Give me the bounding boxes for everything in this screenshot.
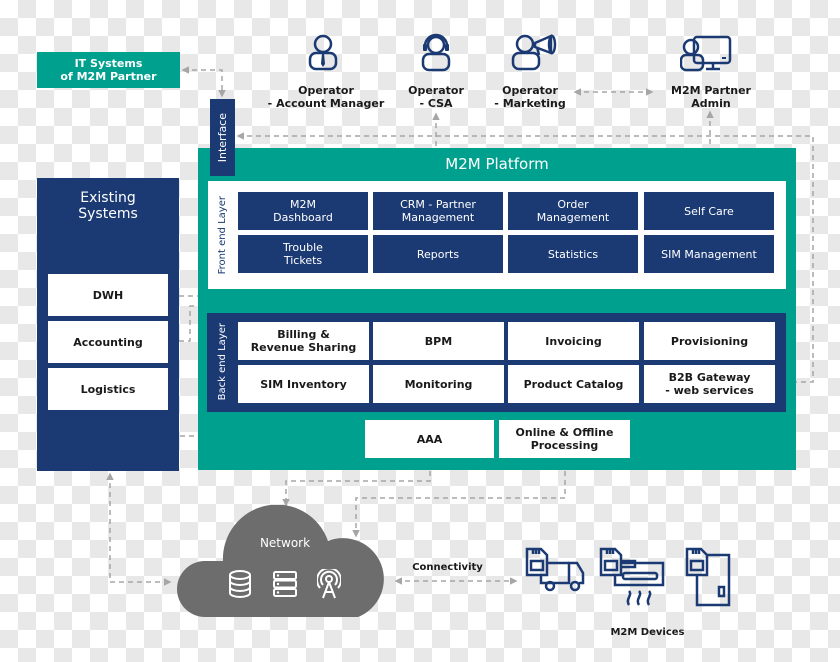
fe-tile-m2m-dashboard[interactable]: M2M Dashboard [238, 192, 368, 230]
antenna-icon [317, 569, 341, 599]
it-systems-label-2: of M2M Partner [60, 70, 157, 83]
actor-marketing-label: Operator - Marketing [494, 84, 566, 110]
connector-it-interface [181, 66, 226, 98]
database-icon [229, 570, 251, 598]
fe-tile-sim-management[interactable]: SIM Management [644, 235, 774, 273]
network-label: Network [259, 536, 311, 550]
connector-existing-network [106, 472, 172, 586]
be-tile-b2b-gateway[interactable]: B2B Gateway - web services [644, 365, 775, 403]
sim-air-conditioner-icon [599, 547, 665, 606]
fe-tile-reports[interactable]: Reports [373, 235, 503, 273]
fe-tile-order-management[interactable]: Order Management [508, 192, 638, 230]
existing-item-accounting[interactable]: Accounting [48, 321, 168, 363]
it-systems-partner-box[interactable]: IT Systems of M2M Partner [37, 52, 180, 88]
interface-bar[interactable]: Interface [210, 99, 235, 176]
server-icon [273, 571, 297, 597]
online-offline-processing-box[interactable]: Online & Offline Processing [499, 420, 630, 458]
fe-tile-self-care[interactable]: Self Care [644, 192, 774, 230]
existing-item-dwh[interactable]: DWH [48, 274, 168, 316]
interface-label: Interface [216, 112, 229, 163]
platform-title: M2M Platform [445, 155, 549, 173]
existing-systems-title: Existing Systems [78, 190, 138, 222]
fe-tile-statistics[interactable]: Statistics [508, 235, 638, 273]
actor-partner-admin-label: M2M Partner Admin [671, 84, 751, 110]
partner-admin-computer-icon [680, 35, 732, 72]
sim-meter-icon [685, 547, 731, 607]
actor-account-manager-label: Operator - Account Manager [267, 84, 385, 110]
be-tile-provisioning[interactable]: Provisioning [644, 322, 775, 360]
network-cloud[interactable] [175, 505, 390, 620]
be-tile-sim-inventory[interactable]: SIM Inventory [238, 365, 369, 403]
be-tile-billing[interactable]: Billing & Revenue Sharing [238, 322, 369, 360]
fe-tile-trouble-tickets[interactable]: Trouble Tickets [238, 235, 368, 273]
sim-truck-icon [525, 547, 585, 592]
operator-headset-icon [421, 33, 451, 72]
back-end-layer-label: Back end Layer [216, 323, 228, 401]
operator-megaphone-icon [511, 34, 557, 71]
m2m-devices-label: M2M Devices [610, 627, 685, 638]
be-tile-bpm[interactable]: BPM [373, 322, 504, 360]
it-systems-label-1: IT Systems [74, 57, 143, 70]
fe-tile-crm-partner[interactable]: CRM - Partner Management [373, 192, 503, 230]
operator-tie-icon [308, 34, 338, 71]
aaa-box[interactable]: AAA [365, 420, 494, 458]
existing-item-logistics[interactable]: Logistics [48, 368, 168, 410]
be-tile-invoicing[interactable]: Invoicing [508, 322, 639, 360]
connectivity-label: Connectivity [412, 562, 483, 573]
front-end-layer-label: Front end Layer [216, 195, 228, 275]
be-tile-monitoring[interactable]: Monitoring [373, 365, 504, 403]
be-tile-product-catalog[interactable]: Product Catalog [508, 365, 639, 403]
existing-systems: Existing Systems DWH Accounting Logistic… [37, 178, 179, 471]
